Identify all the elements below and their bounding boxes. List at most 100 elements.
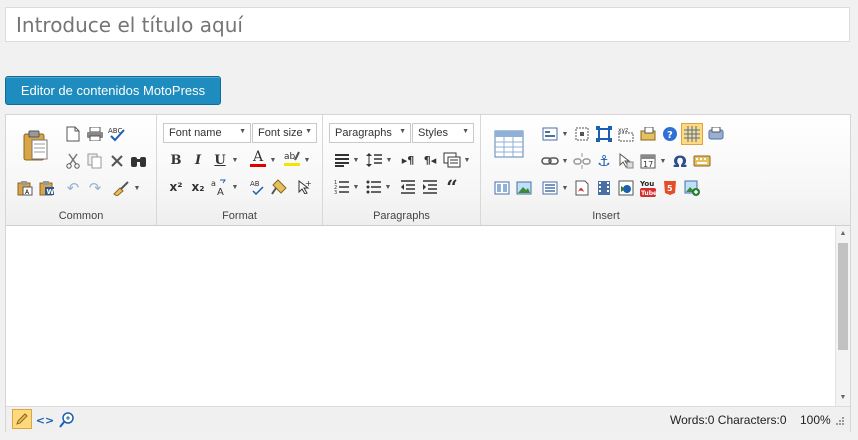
line-height-dropdown-icon[interactable]: ▼ bbox=[385, 151, 393, 169]
ordered-list-icon[interactable]: 123 bbox=[333, 178, 351, 196]
pdf-icon[interactable] bbox=[573, 179, 591, 197]
unlink-icon[interactable] bbox=[573, 152, 591, 170]
editor-scrollbar[interactable]: ▲ ▼ bbox=[835, 226, 850, 406]
insert-image-icon[interactable] bbox=[639, 125, 657, 143]
motopress-editor-button[interactable]: Editor de contenidos MotoPress bbox=[5, 76, 221, 105]
unordered-list-dropdown-icon[interactable]: ▼ bbox=[384, 178, 392, 196]
omega-icon[interactable]: Ω bbox=[671, 152, 689, 171]
abbreviation-icon[interactable]: AB bbox=[249, 178, 267, 196]
redo-icon[interactable]: ↷ bbox=[86, 179, 104, 197]
rtl-icon[interactable]: ¶◂ bbox=[421, 151, 439, 169]
find-icon[interactable] bbox=[130, 152, 148, 170]
date-icon[interactable]: 17 bbox=[639, 152, 657, 170]
paragraphs-select[interactable]: Paragraphs ▼ bbox=[329, 123, 411, 143]
group-insert: ▼ xyz ? ▼ ⚓ 17 ▼ Ω ▼ You Tube 5 Insert bbox=[481, 115, 731, 225]
clean-format-icon[interactable] bbox=[112, 179, 130, 197]
italic-icon[interactable]: I bbox=[189, 151, 207, 169]
preview-icon[interactable] bbox=[707, 125, 725, 143]
scroll-down-icon[interactable]: ▼ bbox=[836, 391, 850, 405]
blockquote-icon[interactable]: “ bbox=[443, 175, 461, 199]
square-icon[interactable] bbox=[595, 125, 613, 143]
cut-icon[interactable] bbox=[64, 152, 82, 170]
link-icon[interactable] bbox=[541, 152, 559, 170]
svg-text:W: W bbox=[47, 188, 55, 196]
ordered-list-dropdown-icon[interactable]: ▼ bbox=[352, 178, 360, 196]
subscript-icon[interactable]: x₂ bbox=[189, 178, 207, 196]
link-dropdown-icon[interactable]: ▼ bbox=[561, 152, 569, 170]
list-box-icon[interactable] bbox=[541, 179, 559, 197]
unordered-list-icon[interactable] bbox=[365, 178, 383, 196]
anchor-icon[interactable]: ⚓ bbox=[595, 152, 613, 170]
template-icon[interactable]: xyz bbox=[617, 125, 635, 143]
paste-icon[interactable] bbox=[20, 129, 50, 163]
cursor-icon[interactable] bbox=[617, 152, 635, 170]
editor-content-area[interactable] bbox=[6, 226, 836, 406]
case-icon[interactable]: aA bbox=[211, 178, 229, 196]
case-dropdown-icon[interactable]: ▼ bbox=[231, 178, 239, 196]
box-icon[interactable] bbox=[573, 125, 591, 143]
grid-icon[interactable] bbox=[681, 123, 703, 145]
title-input[interactable] bbox=[5, 7, 850, 42]
format-painter-icon[interactable] bbox=[271, 178, 289, 196]
underline-icon[interactable]: U bbox=[211, 151, 229, 169]
table-icon[interactable] bbox=[493, 129, 525, 159]
print-icon[interactable] bbox=[86, 125, 104, 143]
highlight-dropdown-icon[interactable]: ▼ bbox=[303, 151, 311, 169]
image-icon[interactable] bbox=[515, 179, 533, 197]
font-name-select[interactable]: Font name ▼ bbox=[163, 123, 251, 143]
increase-indent-icon[interactable] bbox=[421, 178, 439, 196]
help-icon[interactable]: ? bbox=[661, 125, 679, 143]
svg-text:+: + bbox=[305, 180, 311, 188]
bold-icon[interactable]: B bbox=[167, 151, 185, 169]
copy-icon[interactable] bbox=[86, 152, 104, 170]
align-justify-icon[interactable] bbox=[333, 151, 351, 169]
pencil-icon[interactable] bbox=[12, 409, 32, 429]
font-name-value: Font name bbox=[169, 127, 222, 139]
svg-text:ab: ab bbox=[284, 152, 296, 162]
date-dropdown-icon[interactable]: ▼ bbox=[659, 152, 667, 170]
scroll-up-icon[interactable]: ▲ bbox=[836, 227, 850, 241]
line-height-icon[interactable] bbox=[365, 151, 383, 169]
list-box-dropdown-icon[interactable]: ▼ bbox=[561, 179, 569, 197]
layout-icon[interactable] bbox=[493, 179, 511, 197]
group-format: Font name ▼ Font size ▼ B I U ▼ A ▼ ab ▼ x… bbox=[157, 115, 323, 225]
form-icon[interactable] bbox=[541, 125, 559, 143]
align-dropdown-icon[interactable]: ▼ bbox=[352, 151, 360, 169]
flash-icon[interactable] bbox=[617, 179, 635, 197]
highlight-icon[interactable]: ab bbox=[283, 149, 301, 167]
font-color-icon[interactable]: A bbox=[249, 149, 267, 167]
font-size-select[interactable]: Font size ▼ bbox=[252, 123, 317, 143]
styles-select[interactable]: Styles ▼ bbox=[412, 123, 474, 143]
film-icon[interactable] bbox=[595, 179, 613, 197]
group-label-format: Format bbox=[222, 210, 257, 222]
spellcheck-icon[interactable]: ABC bbox=[108, 125, 126, 143]
keyboard-icon[interactable] bbox=[693, 152, 711, 170]
resize-handle-icon[interactable] bbox=[834, 415, 846, 427]
code-view-icon[interactable]: <> bbox=[36, 411, 54, 429]
indent-icon[interactable] bbox=[443, 151, 461, 169]
ltr-icon[interactable]: ▸¶ bbox=[399, 151, 417, 169]
undo-icon[interactable]: ↶ bbox=[64, 179, 82, 197]
select-icon[interactable]: + bbox=[295, 178, 313, 196]
editor: ABC A W ↶ ↷ ▼ Common Font name ▼ Font siz… bbox=[5, 114, 851, 432]
scrollbar-thumb[interactable] bbox=[838, 243, 848, 350]
youtube-icon[interactable]: You Tube bbox=[639, 178, 657, 198]
group-label-common: Common bbox=[58, 210, 104, 222]
chevron-down-icon: ▼ bbox=[462, 128, 469, 135]
superscript-icon[interactable]: x² bbox=[167, 178, 185, 196]
outdent-icon[interactable] bbox=[399, 178, 417, 196]
delete-icon[interactable] bbox=[108, 152, 126, 170]
font-color-dropdown-icon[interactable]: ▼ bbox=[269, 151, 277, 169]
add-image-icon[interactable] bbox=[683, 179, 701, 197]
toolbar-ribbon: ABC A W ↶ ↷ ▼ Common Font name ▼ Font siz… bbox=[6, 115, 850, 226]
clean-format-dropdown-icon[interactable]: ▼ bbox=[133, 179, 141, 197]
paste-word-icon[interactable]: W bbox=[38, 179, 56, 197]
paste-text-icon[interactable]: A bbox=[16, 179, 34, 197]
underline-dropdown-icon[interactable]: ▼ bbox=[231, 151, 239, 169]
indent-dropdown-icon[interactable]: ▼ bbox=[463, 151, 471, 169]
new-document-icon[interactable] bbox=[64, 125, 82, 143]
zoom-preview-icon[interactable] bbox=[58, 411, 76, 429]
chevron-down-icon: ▼ bbox=[239, 128, 246, 135]
form-dropdown-icon[interactable]: ▼ bbox=[561, 125, 569, 143]
html5-icon[interactable]: 5 bbox=[661, 179, 679, 197]
